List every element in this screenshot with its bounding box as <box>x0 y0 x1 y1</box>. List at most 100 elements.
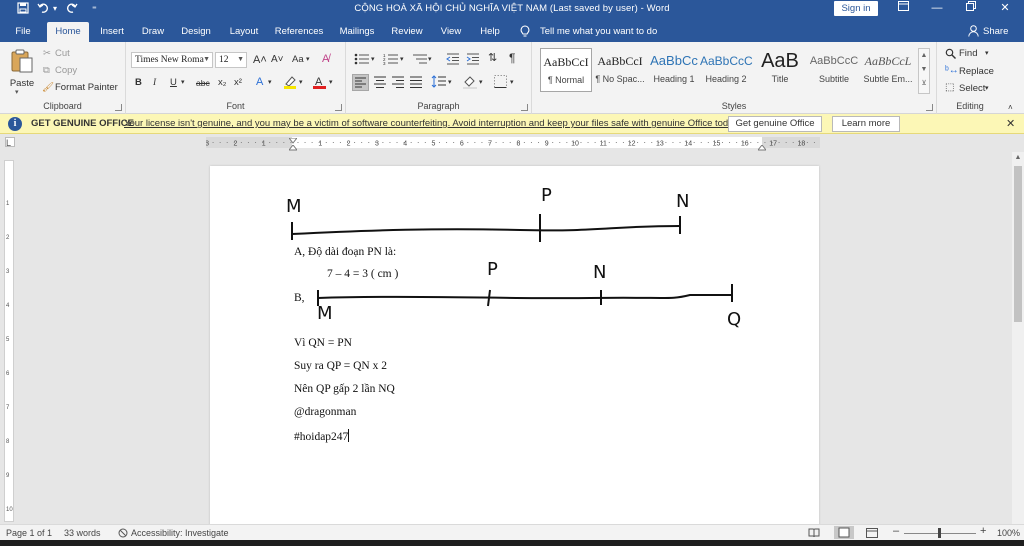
justify-icon[interactable] <box>409 76 423 92</box>
tab-view[interactable]: View <box>436 22 466 42</box>
scroll-thumb[interactable] <box>1014 166 1022 322</box>
grow-font-icon[interactable]: A˄ <box>253 54 267 66</box>
sign-in-button[interactable]: Sign in <box>834 1 878 16</box>
ribbon-display-icon[interactable] <box>888 0 918 18</box>
show-formatting-marks-icon[interactable]: ¶ <box>509 52 515 64</box>
right-indent-icon[interactable] <box>756 143 768 151</box>
style-title[interactable]: AaB Title <box>754 48 806 92</box>
borders-dropdown-icon[interactable]: ▾ <box>510 77 514 89</box>
font-color-dropdown-icon[interactable]: ▾ <box>329 77 333 89</box>
find-icon[interactable] <box>945 48 956 63</box>
style-normal[interactable]: AaBbCcI ¶ Normal <box>540 48 592 92</box>
change-case-dropdown-icon[interactable]: ▾ <box>306 54 310 66</box>
styles-scroll[interactable]: ▲ ▼ ⊻ <box>918 48 930 94</box>
align-center-icon[interactable] <box>373 76 387 92</box>
text-effects-dropdown-icon[interactable]: ▾ <box>268 77 272 89</box>
tab-insert[interactable]: Insert <box>96 22 128 42</box>
increase-indent-icon[interactable] <box>466 53 480 69</box>
chevron-down-icon[interactable]: ▼ <box>919 63 929 77</box>
align-right-icon[interactable] <box>391 76 405 92</box>
close-notice-icon[interactable]: ✕ <box>1006 117 1015 130</box>
font-size-select[interactable]: 12 ▼ <box>215 52 247 68</box>
style-subtle-emphasis[interactable]: AaBbCcL Subtle Em... <box>862 48 914 92</box>
print-layout-icon[interactable] <box>834 526 854 539</box>
change-case-button[interactable]: Aa <box>292 54 304 66</box>
learn-more-button[interactable]: Learn more <box>832 116 900 132</box>
cut-button[interactable]: Cut <box>55 48 70 60</box>
page-count[interactable]: Page 1 of 1 <box>6 528 52 538</box>
zoom-level[interactable]: 100% <box>997 528 1020 538</box>
zoom-out-icon[interactable]: – <box>893 525 899 537</box>
select-dropdown-icon[interactable]: ▾ <box>985 83 989 95</box>
text-effects-icon[interactable]: A <box>256 76 263 88</box>
tab-review[interactable]: Review <box>388 22 426 42</box>
accessibility-icon[interactable] <box>117 528 129 540</box>
vertical-scrollbar[interactable]: ▲ <box>1012 152 1024 524</box>
underline-button[interactable]: U <box>170 77 177 89</box>
superscript-button[interactable]: x² <box>234 77 242 89</box>
tab-mailings[interactable]: Mailings <box>336 22 378 42</box>
format-painter-button[interactable]: Format Painter <box>55 82 118 94</box>
numbering-icon[interactable]: 123 <box>383 53 399 69</box>
cut-icon[interactable]: ✂ <box>43 48 51 60</box>
shading-dropdown-icon[interactable]: ▾ <box>479 77 483 89</box>
hanging-indent-icon[interactable] <box>287 143 299 151</box>
close-icon[interactable]: ✕ <box>990 0 1020 18</box>
select-icon[interactable]: ⬚ <box>945 82 954 94</box>
style-no-spacing[interactable]: AaBbCcI ¶ No Spac... <box>594 48 646 92</box>
web-layout-icon[interactable] <box>866 528 878 540</box>
paste-dropdown-icon[interactable]: ▾ <box>15 88 19 96</box>
restore-icon[interactable] <box>956 0 986 18</box>
find-button[interactable]: Find <box>959 48 977 60</box>
underline-dropdown-icon[interactable]: ▾ <box>181 77 185 89</box>
shading-icon[interactable] <box>463 75 477 93</box>
tab-design[interactable]: Design <box>178 22 214 42</box>
zoom-in-icon[interactable]: + <box>980 525 986 537</box>
minimize-icon[interactable]: — <box>922 0 952 18</box>
multilevel-dropdown-icon[interactable]: ▾ <box>428 54 432 66</box>
style-subtitle[interactable]: AaBbCcC Subtitle <box>808 48 860 92</box>
font-color-icon[interactable]: A <box>313 75 326 93</box>
paragraph-launcher-icon[interactable] <box>521 104 528 111</box>
styles-launcher-icon[interactable] <box>926 104 933 111</box>
read-mode-icon[interactable] <box>808 528 820 540</box>
subscript-button[interactable]: x₂ <box>218 77 226 89</box>
find-dropdown-icon[interactable]: ▾ <box>985 48 989 60</box>
highlight-dropdown-icon[interactable]: ▾ <box>299 77 303 89</box>
vertical-ruler[interactable]: 1 2 3 4 5 6 7 8 9 10 <box>4 160 14 522</box>
style-heading-2[interactable]: AaBbCcC Heading 2 <box>700 48 753 92</box>
horizontal-ruler[interactable]: L 3 2 1 1 2 3 4 5 6 7 8 9 10 11 12 13 14 15 16 17 18 <box>0 134 1024 151</box>
get-genuine-office-button[interactable]: Get genuine Office <box>728 116 822 132</box>
share-person-icon[interactable] <box>968 25 979 40</box>
clipboard-launcher-icon[interactable] <box>115 104 122 111</box>
paste-button[interactable]: Paste <box>9 48 35 89</box>
replace-icon[interactable]: ᵇ↔ <box>945 65 959 77</box>
tab-file[interactable]: File <box>8 22 38 42</box>
notice-message-link[interactable]: Your license isn't genuine, and you may … <box>124 118 740 129</box>
copy-icon[interactable]: ⧉ <box>43 65 50 77</box>
shrink-font-icon[interactable]: A˅ <box>271 54 284 66</box>
style-heading-1[interactable]: AaBbCc Heading 1 <box>648 48 700 92</box>
decrease-indent-icon[interactable] <box>446 53 460 69</box>
replace-button[interactable]: Replace <box>959 66 994 78</box>
word-count[interactable]: 33 words <box>64 528 101 538</box>
more-styles-icon[interactable]: ⊻ <box>919 77 929 91</box>
tab-layout[interactable]: Layout <box>225 22 263 42</box>
tab-draw[interactable]: Draw <box>138 22 168 42</box>
tab-help[interactable]: Help <box>476 22 504 42</box>
tab-home[interactable]: Home <box>47 22 89 42</box>
collapse-ribbon-icon[interactable]: ˄ <box>1008 102 1013 114</box>
select-button[interactable]: Select <box>959 83 985 95</box>
copy-button[interactable]: Copy <box>55 65 77 77</box>
bullets-dropdown-icon[interactable]: ▾ <box>371 54 375 66</box>
format-painter-icon[interactable]: 🖌 <box>42 82 54 94</box>
sort-icon[interactable]: ⇅ <box>488 52 497 64</box>
document-page[interactable]: M P N A, Độ dài đoạn PN là: 7 – 4 = 3 ( … <box>210 166 819 536</box>
italic-button[interactable]: I <box>153 77 156 89</box>
line-spacing-dropdown-icon[interactable]: ▾ <box>448 77 452 89</box>
tab-selector-icon[interactable]: L <box>5 137 15 148</box>
highlight-icon[interactable] <box>283 75 297 93</box>
chevron-up-icon[interactable]: ▲ <box>919 49 929 63</box>
share-button[interactable]: Share <box>983 22 1008 42</box>
align-left-icon[interactable] <box>352 74 369 91</box>
